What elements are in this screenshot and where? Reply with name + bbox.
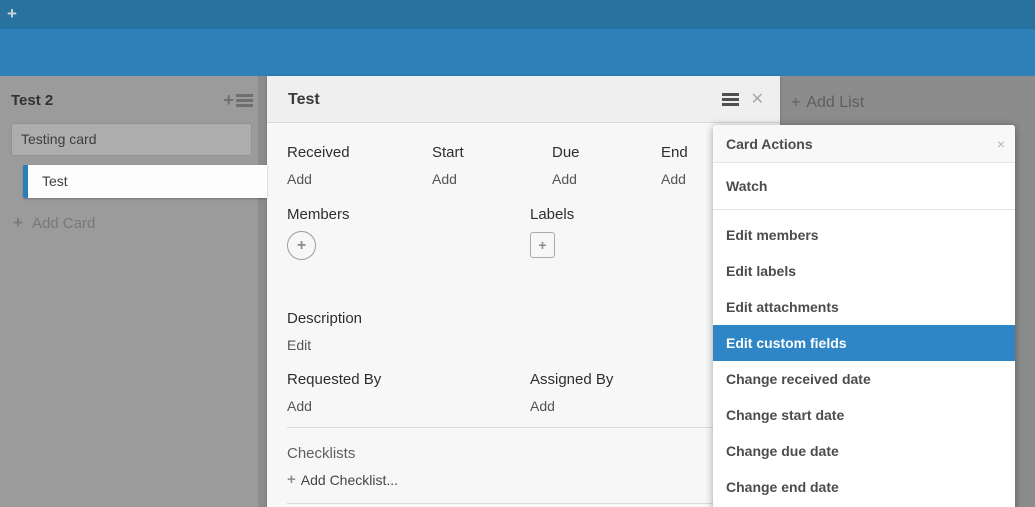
members-section: Members + [287,206,530,260]
description-section: Description Edit [287,310,760,353]
plus-icon: + [297,237,306,255]
plus-icon: + [538,237,546,253]
checklists-label: Checklists [287,445,760,462]
card-test-selected[interactable]: Test [23,165,267,198]
description-edit-link[interactable]: Edit [287,337,760,353]
card-detail-header: Test ✕ [267,76,780,123]
add-label-button[interactable]: + [530,232,555,258]
requested-by-add-link[interactable]: Add [287,398,530,414]
received-add-link[interactable]: Add [287,171,432,187]
menu-item-change-end-date[interactable]: Change end date [713,469,1015,505]
members-labels-row: Members + Labels + [287,206,760,260]
top-navbar: + [0,0,1035,29]
menu-item-change-start-date[interactable]: Change start date [713,397,1015,433]
add-board-icon[interactable]: + [7,4,17,24]
due-label: Due [552,144,661,161]
due-add-link[interactable]: Add [552,171,661,187]
section-divider [287,427,760,428]
received-label: Received [287,144,432,161]
list-test-2: Test 2 + Testing card + Add Card [0,76,258,507]
requested-by-label: Requested By [287,371,530,388]
list-menu-icon[interactable] [236,94,253,107]
menu-item-watch[interactable]: Watch [713,163,1015,210]
add-member-button[interactable]: + [287,231,316,260]
card-detail-body: Received Add Start Add Due Add End Add [267,144,780,504]
card-actions-popup-header: Card Actions × [713,125,1015,163]
add-card-button[interactable]: + Add Card [13,213,95,233]
menu-item-edit-custom-fields[interactable]: Edit custom fields [713,325,1015,361]
add-list-button[interactable]: + Add List [791,94,864,112]
board-header-bar [0,29,1035,76]
add-checklist-button[interactable]: + Add Checklist... [287,471,760,488]
add-list-label: Add List [806,94,864,112]
members-label: Members [287,206,530,223]
card-actions-title: Card Actions [726,125,813,163]
plus-icon: + [287,471,296,488]
plus-icon: + [791,94,800,112]
card-detail-title: Test [288,76,320,123]
start-field: Start Add [432,144,552,187]
requested-by-section: Requested By Add [287,371,530,414]
menu-item-change-received-date[interactable]: Change received date [713,361,1015,397]
list-add-card-icon[interactable]: + [223,90,234,111]
card-actions-popup: Card Actions × Watch Edit members Edit l… [713,125,1015,507]
card-testing-card[interactable]: Testing card [11,123,252,156]
date-fields-row: Received Add Start Add Due Add End Add [287,144,760,187]
due-field: Due Add [552,144,661,187]
add-card-label: Add Card [32,215,95,232]
card-actions-menu-icon[interactable] [722,93,739,106]
start-add-link[interactable]: Add [432,171,552,187]
close-card-detail-icon[interactable]: ✕ [751,76,764,123]
list-title[interactable]: Test 2 [11,92,53,109]
menu-item-edit-members[interactable]: Edit members [713,217,1015,253]
card-detail-panel: Test ✕ Received Add Start Add Due Add [267,76,780,507]
card-actions-menu-list: Edit members Edit labels Edit attachment… [713,210,1015,505]
requested-assigned-row: Requested By Add Assigned By Add [287,371,760,414]
menu-item-edit-attachments[interactable]: Edit attachments [713,289,1015,325]
add-checklist-label: Add Checklist... [301,472,398,488]
close-popup-icon[interactable]: × [997,125,1005,163]
start-label: Start [432,144,552,161]
received-field: Received Add [287,144,432,187]
description-label: Description [287,310,760,327]
app-page: + Test 2 + Testing card + Add Card Test … [0,0,1035,507]
plus-icon: + [13,213,23,233]
menu-item-edit-labels[interactable]: Edit labels [713,253,1015,289]
section-divider [287,503,760,504]
menu-item-change-due-date[interactable]: Change due date [713,433,1015,469]
